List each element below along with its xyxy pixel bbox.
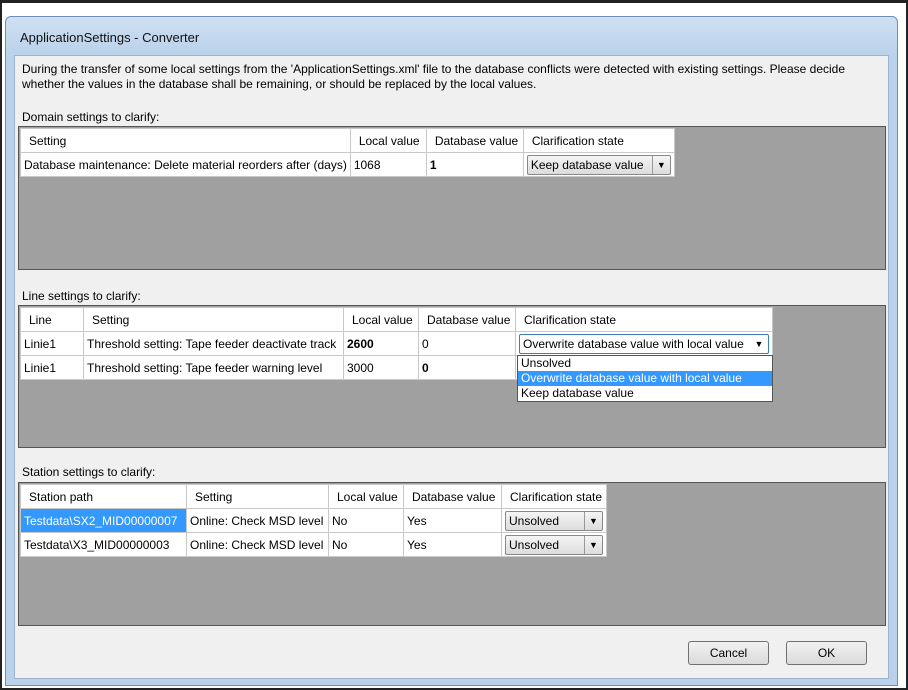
table-row[interactable]: Testdata\SX2_MID00000007 Online: Check M…: [20, 508, 607, 533]
database-value-cell[interactable]: Yes: [403, 508, 502, 533]
setting-cell[interactable]: Threshold setting: Tape feeder deactivat…: [83, 331, 344, 356]
column-header-clarification-state[interactable]: Clarification state: [522, 128, 675, 153]
chevron-down-icon[interactable]: ▼: [651, 155, 670, 174]
dropdown-option-overwrite[interactable]: Overwrite database value with local valu…: [518, 371, 772, 386]
setting-cell[interactable]: Online: Check MSD level: [186, 532, 329, 557]
clarification-state-cell[interactable]: Unsolved ▼: [501, 532, 607, 557]
combo-value: Unsolved: [509, 537, 560, 552]
cancel-button[interactable]: Cancel: [688, 641, 769, 665]
column-header-setting[interactable]: Setting: [186, 484, 329, 509]
column-header-database-value[interactable]: Database value: [418, 307, 516, 332]
combo-value: Keep database value: [530, 157, 644, 172]
clarification-state-combo[interactable]: Overwrite database value with local valu…: [519, 333, 769, 354]
station-settings-grid: Station path Setting Local value Databas…: [18, 482, 886, 626]
clarification-state-combo[interactable]: Keep database value ▼: [526, 154, 671, 175]
setting-cell[interactable]: Threshold setting: Tape feeder warning l…: [83, 355, 344, 380]
clarification-state-cell[interactable]: Overwrite database value with local valu…: [515, 331, 773, 356]
ok-button[interactable]: OK: [786, 641, 867, 665]
header-row: Station path Setting Local value Databas…: [20, 484, 607, 509]
setting-cell[interactable]: Online: Check MSD level: [186, 508, 329, 533]
clarification-state-combo[interactable]: Unsolved ▼: [505, 510, 603, 531]
column-header-local-value[interactable]: Local value: [349, 128, 427, 153]
domain-settings-label: Domain settings to clarify:: [22, 110, 160, 124]
window-title: ApplicationSettings - Converter: [20, 30, 200, 45]
chevron-down-icon[interactable]: ▼: [584, 511, 602, 530]
setting-cell[interactable]: Database maintenance: Delete material re…: [20, 152, 351, 177]
database-value-cell[interactable]: 1: [425, 152, 524, 177]
line-settings-label: Line settings to clarify:: [22, 289, 141, 303]
column-header-setting[interactable]: Setting: [20, 128, 351, 153]
line-cell[interactable]: Linie1: [20, 331, 84, 356]
clarification-dropdown-list[interactable]: Unsolved Overwrite database value with l…: [517, 355, 773, 402]
local-value-cell[interactable]: No: [328, 532, 404, 557]
description-text: During the transfer of some local settin…: [22, 62, 846, 91]
station-path-cell[interactable]: Testdata\X3_MID00000003: [20, 532, 187, 557]
local-value-cell[interactable]: 3000: [343, 355, 419, 380]
table-row[interactable]: Database maintenance: Delete material re…: [20, 152, 675, 177]
column-header-local-value[interactable]: Local value: [328, 484, 404, 509]
combo-value: Unsolved: [509, 513, 560, 528]
line-cell[interactable]: Linie1: [20, 355, 84, 380]
local-value-cell[interactable]: No: [328, 508, 404, 533]
database-value-cell[interactable]: Yes: [403, 532, 502, 557]
header-row: Line Setting Local value Database value …: [20, 307, 773, 332]
table-row[interactable]: Linie1 Threshold setting: Tape feeder de…: [20, 331, 773, 356]
column-header-station-path[interactable]: Station path: [20, 484, 187, 509]
table-row[interactable]: Testdata\X3_MID00000003 Online: Check MS…: [20, 532, 607, 557]
local-value-cell[interactable]: 1068: [349, 152, 427, 177]
column-header-database-value[interactable]: Database value: [403, 484, 502, 509]
dropdown-option-unsolved[interactable]: Unsolved: [518, 356, 772, 371]
column-header-clarification-state[interactable]: Clarification state: [501, 484, 607, 509]
column-header-line[interactable]: Line: [20, 307, 84, 332]
dropdown-option-keep[interactable]: Keep database value: [518, 386, 772, 401]
column-header-setting[interactable]: Setting: [83, 307, 344, 332]
clarification-state-cell[interactable]: Keep database value ▼: [522, 152, 675, 177]
column-header-database-value[interactable]: Database value: [425, 128, 524, 153]
combo-value: Overwrite database value with local valu…: [523, 336, 744, 351]
column-header-clarification-state[interactable]: Clarification state: [515, 307, 773, 332]
chevron-down-icon[interactable]: ▼: [584, 535, 602, 554]
domain-settings-grid: Setting Local value Database value Clari…: [18, 126, 886, 270]
database-value-cell[interactable]: 0: [418, 331, 516, 356]
clarification-state-combo[interactable]: Unsolved ▼: [505, 534, 603, 555]
column-header-local-value[interactable]: Local value: [343, 307, 419, 332]
header-row: Setting Local value Database value Clari…: [20, 128, 675, 153]
local-value-cell[interactable]: 2600: [343, 331, 419, 356]
station-path-cell[interactable]: Testdata\SX2_MID00000007: [20, 508, 187, 533]
station-settings-label: Station settings to clarify:: [22, 465, 156, 479]
clarification-state-cell[interactable]: Unsolved ▼: [501, 508, 607, 533]
database-value-cell[interactable]: 0: [418, 355, 516, 380]
chevron-down-icon[interactable]: ▼: [750, 335, 768, 353]
